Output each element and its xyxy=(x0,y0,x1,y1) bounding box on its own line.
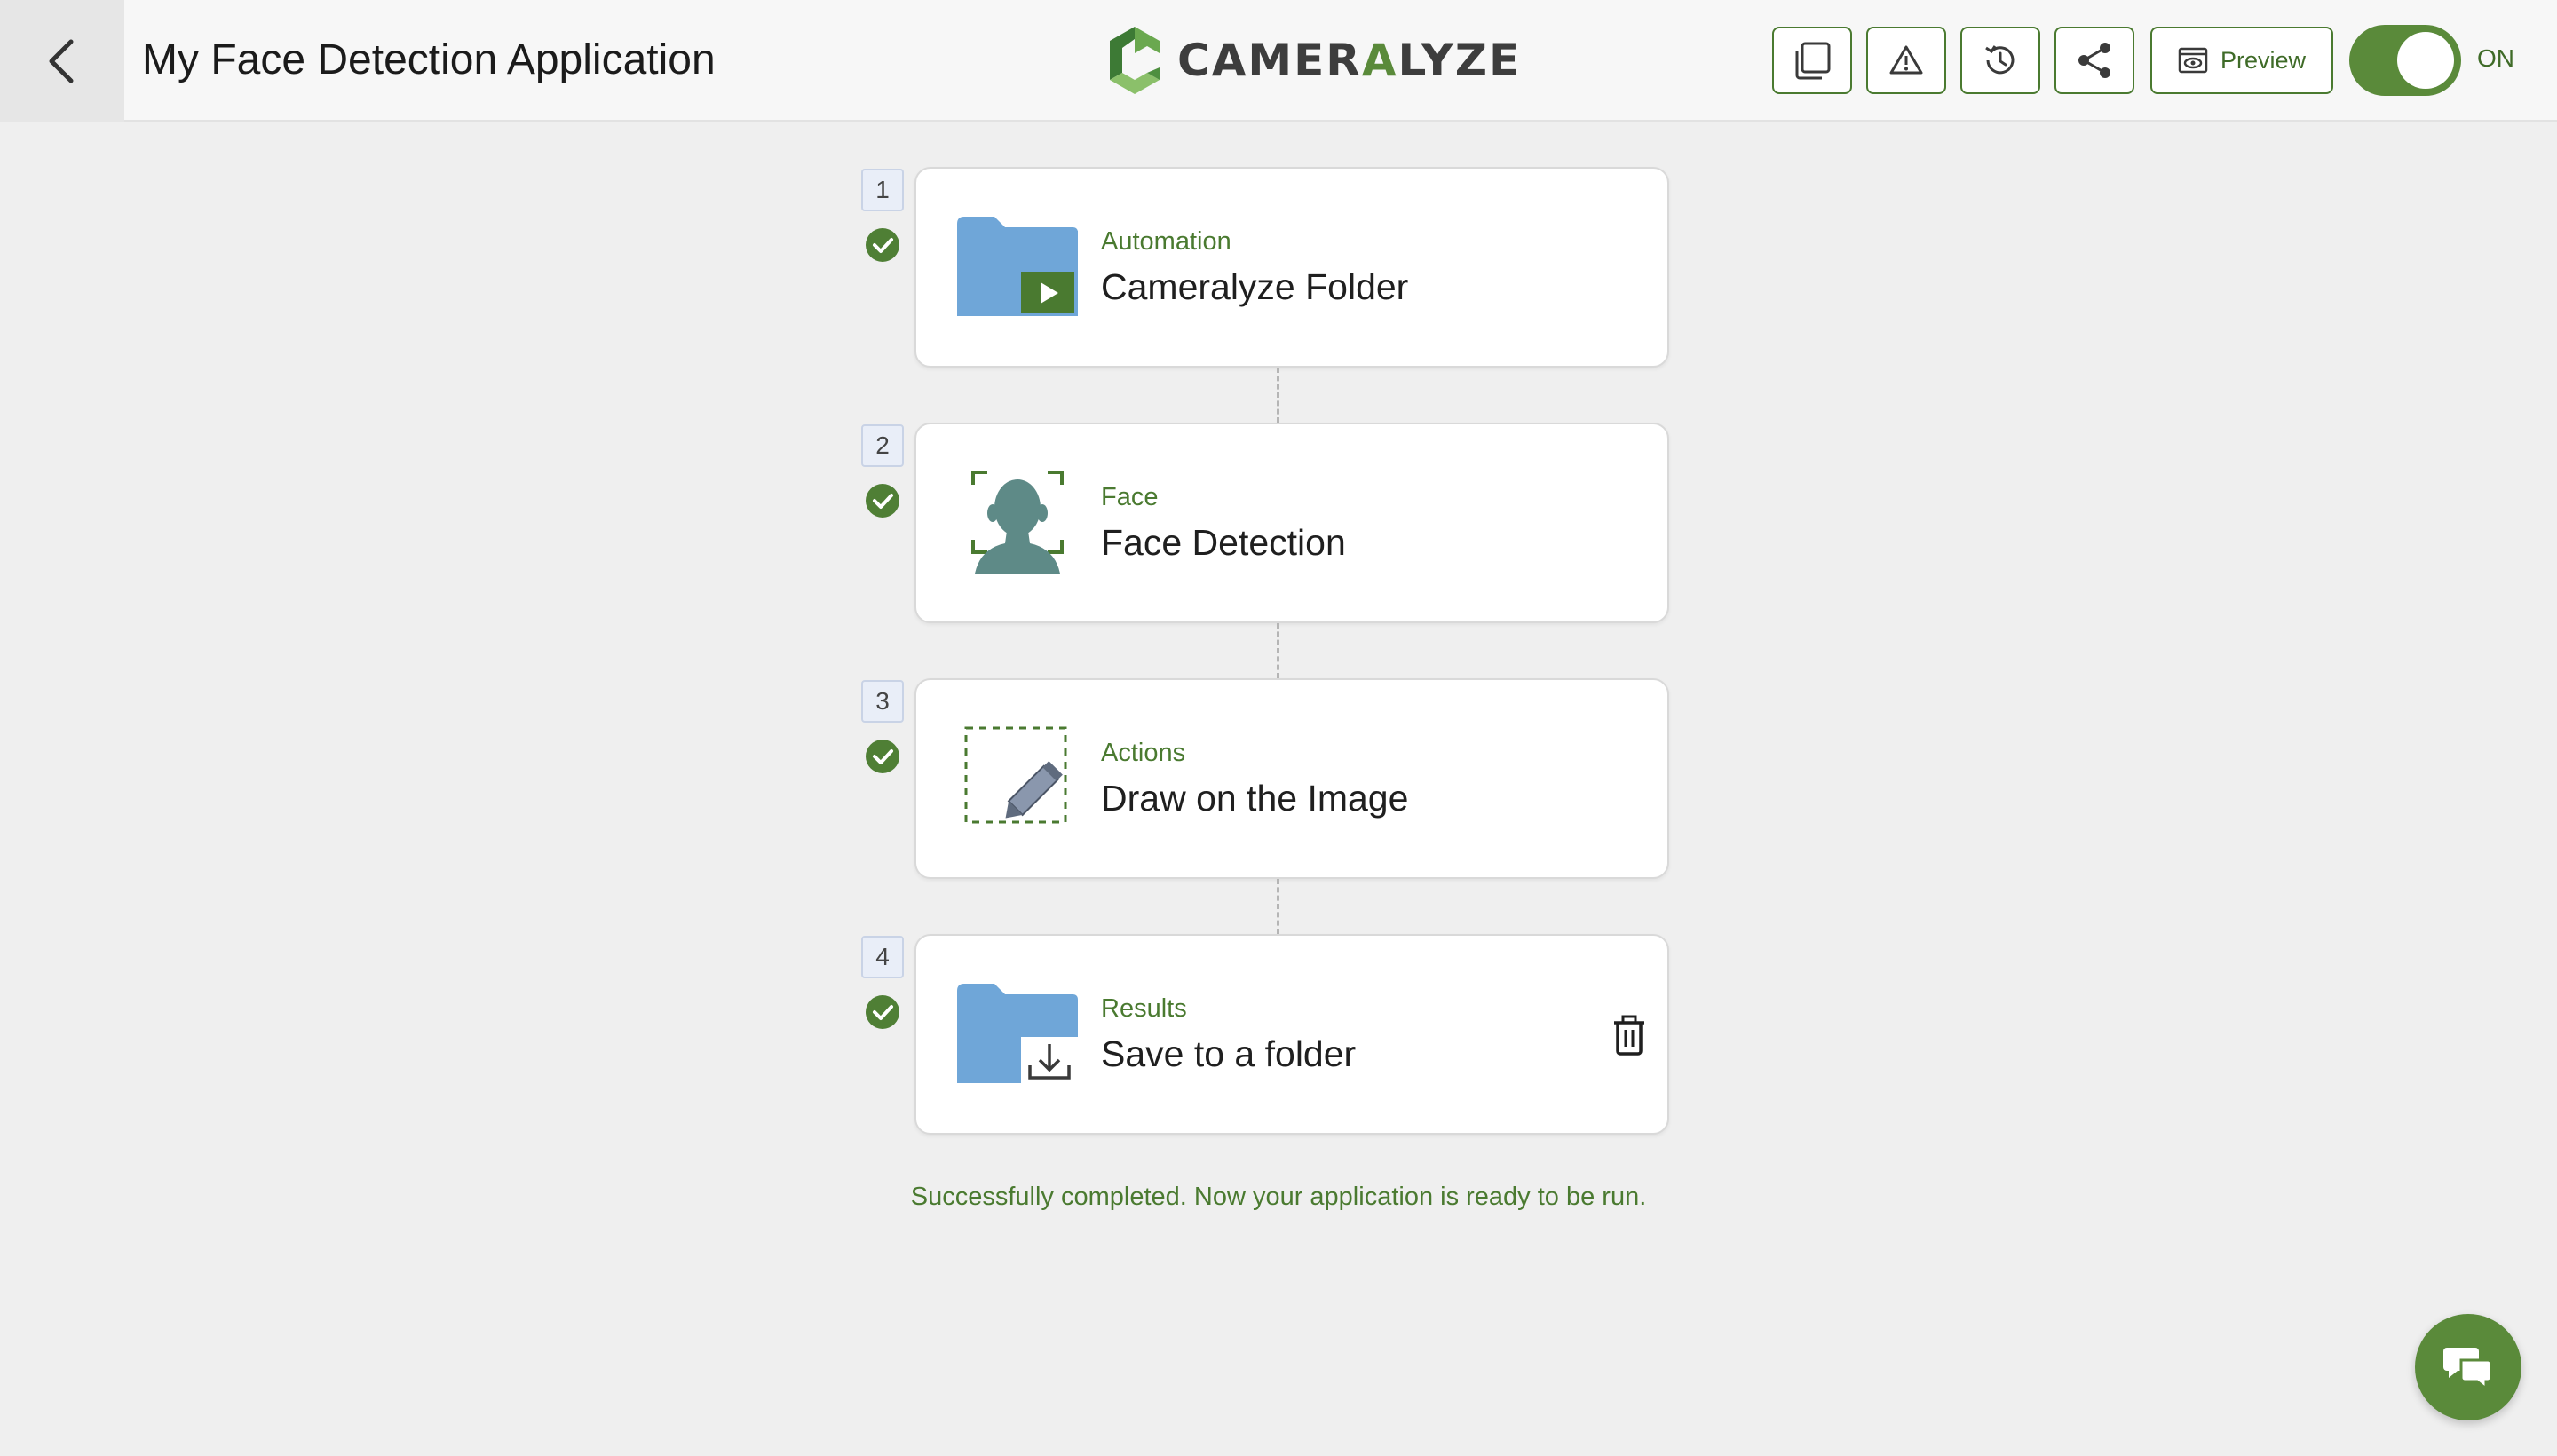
history-icon xyxy=(1985,45,2015,75)
warnings-button[interactable] xyxy=(1866,27,1946,94)
trash-icon[interactable] xyxy=(1609,1014,1650,1056)
step-category: Results xyxy=(1101,994,1187,1023)
back-button[interactable] xyxy=(0,0,124,122)
draw-pencil-icon xyxy=(964,726,1067,824)
step-name: Cameralyze Folder xyxy=(1101,266,1409,307)
step-category: Actions xyxy=(1101,739,1186,767)
step-category: Face xyxy=(1101,483,1159,511)
page-title: My Face Detection Application xyxy=(142,36,716,83)
folder-play-icon xyxy=(957,217,1078,316)
toggle-knob xyxy=(2397,32,2454,89)
logo-text: CAMERALYZE xyxy=(1177,35,1522,86)
step-card-actions[interactable]: Actions Draw on the Image xyxy=(914,678,1669,879)
step-number: 2 xyxy=(861,424,904,467)
chat-bubbles-icon xyxy=(2443,1348,2493,1392)
share-button[interactable] xyxy=(2054,27,2134,94)
step-card-automation[interactable]: Automation Cameralyze Folder xyxy=(914,167,1669,368)
step-name: Draw on the Image xyxy=(1101,778,1409,819)
step-connector xyxy=(1277,368,1279,423)
check-circle-icon xyxy=(866,740,899,773)
step-card-face[interactable]: Face Face Detection xyxy=(914,423,1669,623)
cameralyze-logo-icon xyxy=(1110,27,1160,94)
step-name: Face Detection xyxy=(1101,522,1346,563)
warning-icon xyxy=(1889,45,1923,75)
check-circle-icon xyxy=(866,228,899,262)
step-number: 1 xyxy=(861,169,904,211)
top-bar: My Face Detection Application CAMERALYZE xyxy=(0,0,2557,122)
copy-icon xyxy=(1795,42,1831,80)
chevron-left-icon xyxy=(49,39,74,83)
toggle-label: ON xyxy=(2477,44,2514,72)
step-connector xyxy=(1277,623,1279,678)
app-toggle[interactable] xyxy=(2349,25,2461,96)
eye-window-icon xyxy=(2178,47,2208,74)
chat-button[interactable] xyxy=(2415,1314,2521,1420)
step-card-results[interactable]: Results Save to a folder xyxy=(914,934,1669,1135)
folder-download-icon xyxy=(957,984,1078,1083)
step-number: 3 xyxy=(861,680,904,723)
status-message: Successfully completed. Now your applica… xyxy=(910,1183,1647,1211)
share-icon xyxy=(2078,43,2110,78)
preview-button[interactable]: Preview xyxy=(2150,27,2333,94)
step-number: 4 xyxy=(861,936,904,978)
face-scan-icon xyxy=(971,471,1064,574)
preview-label: Preview xyxy=(2220,46,2307,74)
step-name: Save to a folder xyxy=(1101,1033,1357,1074)
check-circle-icon xyxy=(866,484,899,518)
check-circle-icon xyxy=(866,995,899,1029)
duplicate-button[interactable] xyxy=(1772,27,1852,94)
logo: CAMERALYZE xyxy=(1106,23,1521,98)
step-category: Automation xyxy=(1101,227,1231,256)
history-button[interactable] xyxy=(1960,27,2040,94)
step-connector xyxy=(1277,879,1279,934)
